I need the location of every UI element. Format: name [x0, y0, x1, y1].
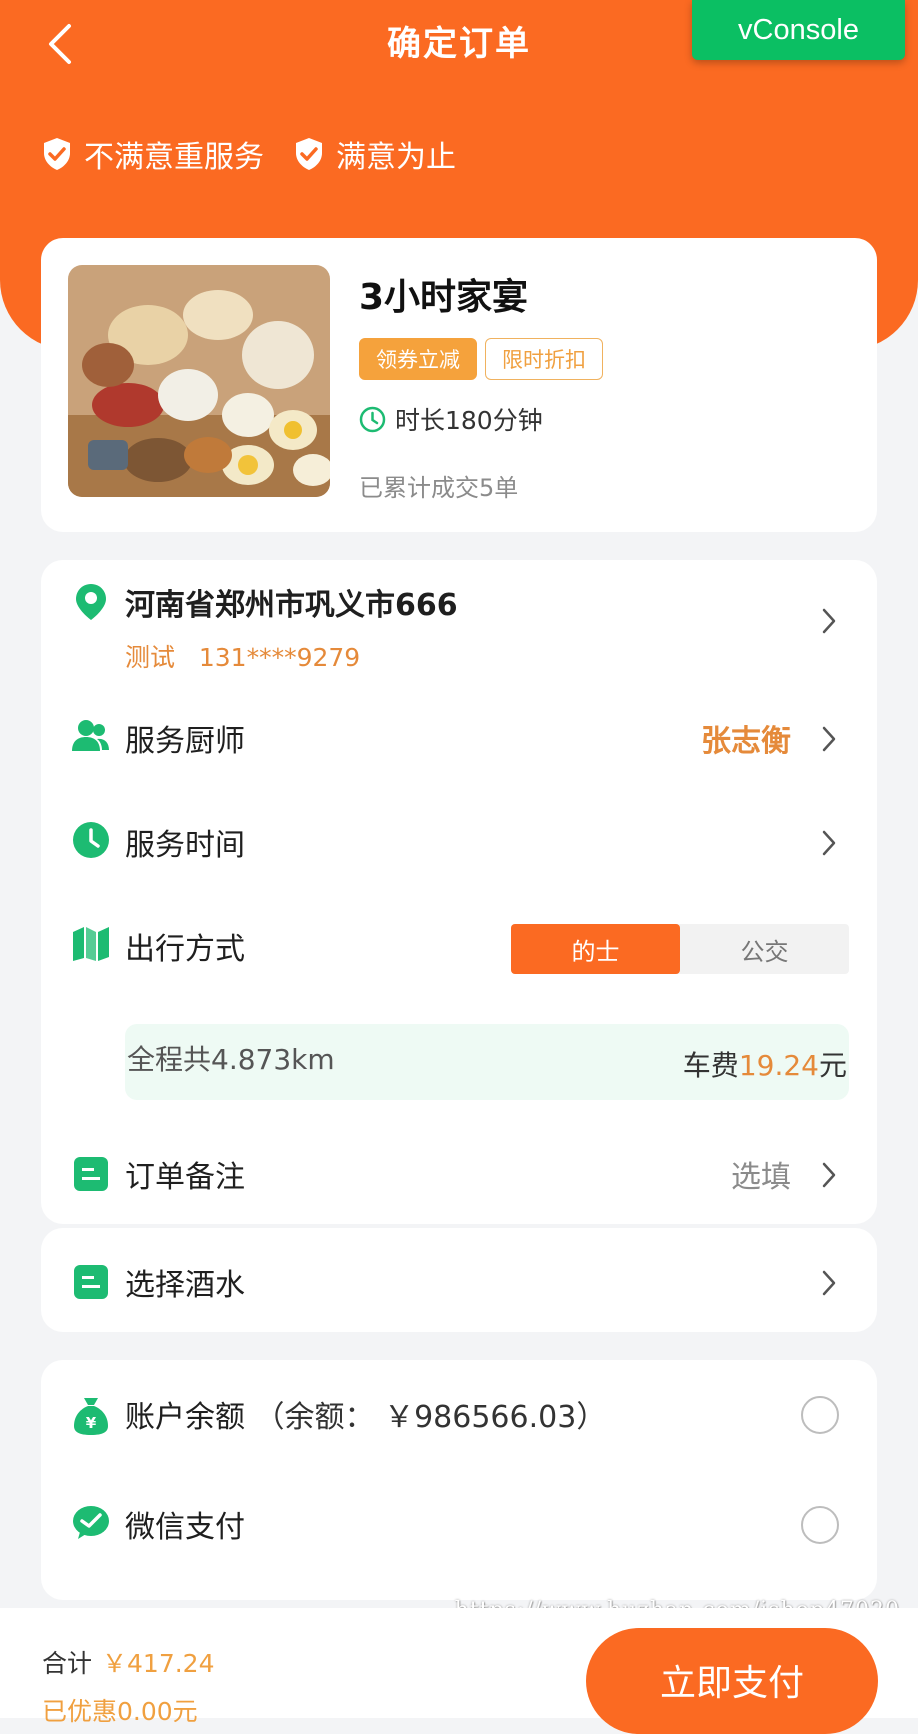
payment-card: ¥ 账户余额 （余额： ￥986566.03） 微信支付: [41, 1360, 877, 1600]
wechat-payment-row[interactable]: 微信支付: [41, 1470, 877, 1580]
guarantee-label: 满意为止: [336, 140, 456, 175]
chevron-right-icon[interactable]: [817, 604, 841, 638]
guarantee-label: 不满意重服务: [84, 140, 264, 175]
product-card[interactable]: 3小时家宴 领券立减 限时折扣 时长180分钟 已累计成交5单: [41, 238, 877, 532]
transport-option-bus[interactable]: 公交: [680, 924, 849, 974]
service-time-row[interactable]: 服务时间: [41, 790, 877, 894]
drinks-row[interactable]: 选择酒水: [41, 1228, 877, 1332]
wechat-label: 微信支付: [125, 1510, 245, 1545]
wechat-icon: [71, 1502, 111, 1542]
checkout-bar: 合计 ￥417.24 已优惠0.00元 立即支付: [0, 1608, 918, 1734]
shield-check-icon: [44, 138, 70, 170]
transport-label: 出行方式: [125, 932, 245, 967]
fare-summary: 全程共4.873km 车费19.24元: [125, 1024, 849, 1100]
guarantee-item: 不满意重服务: [42, 132, 264, 176]
drinks-label: 选择酒水: [125, 1268, 245, 1303]
service-time-label: 服务时间: [125, 828, 245, 863]
contact-info: 测试 131****9279: [125, 638, 360, 674]
contact-name: 测试: [125, 643, 176, 672]
balance-payment-row[interactable]: ¥ 账户余额 （余额： ￥986566.03）: [41, 1360, 877, 1470]
order-info-card: 河南省郑州市巩义市666 测试 131****9279 服务厨师 张志衡 服务时…: [41, 560, 877, 1224]
svg-text:¥: ¥: [86, 1414, 97, 1432]
map-icon: [71, 924, 111, 964]
transport-toggle: 的士 公交: [511, 924, 849, 974]
product-duration: 时长180分钟: [359, 401, 543, 437]
address-line: 河南省郑州市巩义市666: [125, 588, 458, 623]
total-line: 合计 ￥417.24: [42, 1644, 215, 1680]
guarantee-item: 满意为止: [294, 132, 456, 176]
product-image: [68, 265, 330, 497]
distance-text: 全程共4.873km: [127, 1043, 335, 1076]
shield-check-icon: [296, 138, 322, 170]
fare-text: 车费19.24元: [683, 1044, 847, 1084]
balance-label: 账户余额 （余额： ￥986566.03）: [125, 1392, 606, 1436]
chevron-right-icon[interactable]: [817, 1266, 841, 1300]
note-icon: [71, 1262, 111, 1302]
balance-radio[interactable]: [801, 1396, 839, 1434]
clock-icon: [359, 406, 386, 432]
transport-option-taxi[interactable]: 的士: [511, 924, 680, 974]
chevron-right-icon[interactable]: [817, 722, 841, 756]
clock-icon: [71, 820, 111, 860]
chevron-right-icon[interactable]: [817, 1158, 841, 1192]
sold-count: 已累计成交5单: [359, 474, 519, 502]
vconsole-button[interactable]: vConsole: [692, 0, 905, 60]
promo-tag: 领券立减: [359, 338, 477, 380]
drinks-card[interactable]: 选择酒水: [41, 1228, 877, 1332]
fare-value: 19.24: [738, 1049, 819, 1082]
promo-tag: 限时折扣: [485, 338, 603, 380]
money-bag-icon: ¥: [71, 1396, 111, 1436]
remark-label: 订单备注: [125, 1160, 245, 1195]
product-name: 3小时家宴: [359, 277, 529, 318]
chef-name: 张志衡: [701, 724, 791, 759]
total-label: 合计: [42, 1649, 93, 1678]
location-pin-icon: [71, 582, 111, 622]
fare-unit: 元: [818, 1049, 847, 1082]
duration-text: 时长180分钟: [395, 406, 543, 435]
total-price: ￥417.24: [102, 1649, 215, 1678]
fare-label: 车费: [682, 1049, 739, 1082]
balance-amount: （余额： ￥986566.03）: [254, 1400, 607, 1435]
chef-row[interactable]: 服务厨师 张志衡: [41, 686, 877, 790]
contact-phone: 131****9279: [198, 643, 361, 672]
pay-now-button[interactable]: 立即支付: [586, 1628, 878, 1734]
chevron-right-icon[interactable]: [817, 826, 841, 860]
product-tags: 领券立减 限时折扣: [359, 338, 611, 380]
discount-text: 已优惠0.00元: [42, 1697, 198, 1726]
guarantee-badges: 不满意重服务 满意为止: [42, 132, 486, 176]
chef-label: 服务厨师: [125, 724, 245, 759]
address-row[interactable]: 河南省郑州市巩义市666 测试 131****9279: [41, 560, 877, 686]
note-icon: [71, 1154, 111, 1194]
balance-title: 账户余额: [125, 1400, 245, 1435]
users-icon: [71, 716, 111, 756]
remark-row[interactable]: 订单备注 选填: [41, 1122, 877, 1226]
remark-placeholder: 选填: [731, 1160, 791, 1195]
wechat-radio[interactable]: [801, 1506, 839, 1544]
